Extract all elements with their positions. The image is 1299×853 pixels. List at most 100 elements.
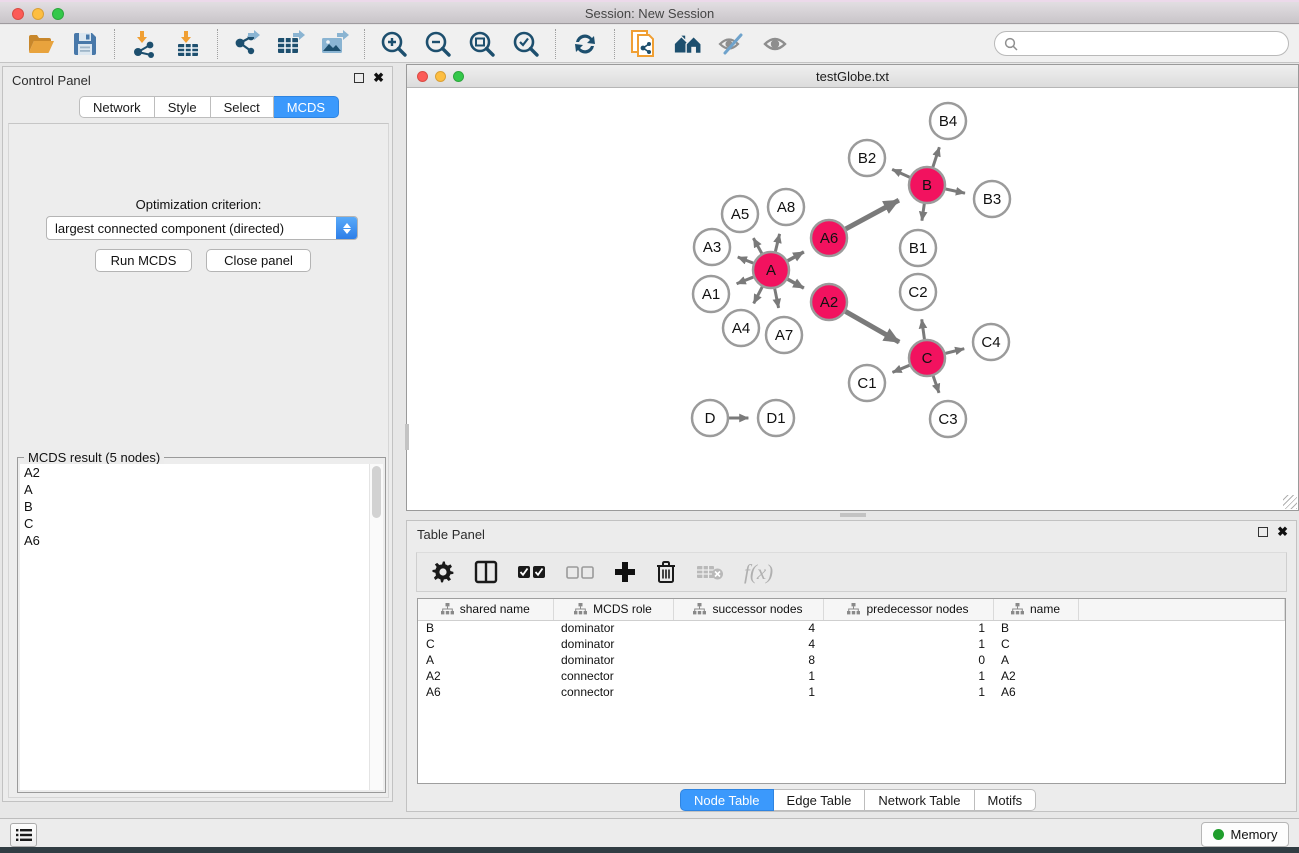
table-cell[interactable]: 1 <box>823 620 993 636</box>
gear-icon[interactable] <box>432 561 454 583</box>
edge-A2-C[interactable] <box>845 311 899 342</box>
node-C4[interactable]: C4 <box>973 324 1009 360</box>
search-box[interactable] <box>994 31 1289 56</box>
edge-C-C2[interactable] <box>922 319 925 339</box>
node-C1[interactable]: C1 <box>849 365 885 401</box>
column-header-predecessor-nodes[interactable]: predecessor nodes <box>823 599 993 620</box>
zoom-fit-icon[interactable] <box>467 30 497 58</box>
scrollbar-track[interactable] <box>369 464 383 790</box>
table-cell[interactable]: A <box>418 652 553 668</box>
hide-selected-icon[interactable] <box>717 30 747 58</box>
splitter-handle[interactable] <box>405 424 409 450</box>
column-header-shared-name[interactable]: shared name <box>418 599 553 620</box>
column-header-successor-nodes[interactable]: successor nodes <box>673 599 823 620</box>
edge-A-A3[interactable] <box>738 257 754 263</box>
deselect-all-icon[interactable] <box>566 565 594 579</box>
table-cell[interactable]: 1 <box>823 636 993 652</box>
edge-C-C1[interactable] <box>892 365 909 372</box>
show-all-icon[interactable] <box>761 30 791 58</box>
table-cell[interactable]: A6 <box>993 684 1078 700</box>
node-B4[interactable]: B4 <box>930 103 966 139</box>
edge-A-A2[interactable] <box>788 279 804 288</box>
clone-network-icon[interactable] <box>629 30 659 58</box>
table-cell[interactable]: 1 <box>673 684 823 700</box>
open-file-icon[interactable] <box>26 30 56 58</box>
tab-network-table[interactable]: Network Table <box>865 789 974 811</box>
splitter-handle[interactable] <box>840 513 866 517</box>
node-B[interactable]: B <box>909 167 945 203</box>
table-cell[interactable]: A6 <box>418 684 553 700</box>
edge-A-A8[interactable] <box>775 234 779 252</box>
edge-B-B4[interactable] <box>933 147 939 167</box>
delete-table-icon[interactable] <box>696 563 724 581</box>
node-B2[interactable]: B2 <box>849 140 885 176</box>
table-cell[interactable]: 4 <box>673 620 823 636</box>
close-panel-button[interactable]: Close panel <box>206 249 311 272</box>
save-session-icon[interactable] <box>70 30 100 58</box>
edge-A-A1[interactable] <box>737 277 754 284</box>
resize-grip-icon[interactable] <box>1283 495 1297 509</box>
add-column-icon[interactable] <box>614 561 636 583</box>
node-A2[interactable]: A2 <box>811 284 847 320</box>
run-mcds-button[interactable]: Run MCDS <box>95 249 192 272</box>
network-canvas[interactable]: B4B2BB3A5A8A6A3B1AA1C2A2A4A7C4CC1C3DD1 <box>407 88 1298 510</box>
table-cell[interactable]: B <box>993 620 1078 636</box>
node-A1[interactable]: A1 <box>693 276 729 312</box>
table-row[interactable]: A6connector11A6 <box>418 684 1285 700</box>
node-A7[interactable]: A7 <box>766 317 802 353</box>
edge-C-C3[interactable] <box>933 376 939 393</box>
import-network-icon[interactable] <box>129 30 159 58</box>
node-A5[interactable]: A5 <box>722 196 758 232</box>
memory-button[interactable]: Memory <box>1201 822 1289 847</box>
export-table-icon[interactable] <box>276 30 306 58</box>
table-cell[interactable]: C <box>418 636 553 652</box>
node-D[interactable]: D <box>692 400 728 436</box>
zoom-out-icon[interactable] <box>423 30 453 58</box>
edge-A6-B[interactable] <box>846 200 899 229</box>
node-A4[interactable]: A4 <box>723 310 759 346</box>
zoom-in-icon[interactable] <box>379 30 409 58</box>
node-C3[interactable]: C3 <box>930 401 966 437</box>
tab-motifs[interactable]: Motifs <box>975 789 1037 811</box>
table-cell[interactable]: 1 <box>823 684 993 700</box>
table-cell[interactable]: B <box>418 620 553 636</box>
tab-style[interactable]: Style <box>155 96 211 118</box>
search-input[interactable] <box>1024 36 1279 51</box>
scrollbar-thumb[interactable] <box>372 466 381 518</box>
node-A3[interactable]: A3 <box>694 229 730 265</box>
refresh-icon[interactable] <box>570 30 600 58</box>
tab-mcds[interactable]: MCDS <box>274 96 339 118</box>
table-cell[interactable]: A2 <box>993 668 1078 684</box>
table-cell[interactable]: 0 <box>823 652 993 668</box>
export-image-icon[interactable] <box>320 30 350 58</box>
edge-B-B2[interactable] <box>892 169 910 177</box>
node-A6[interactable]: A6 <box>811 220 847 256</box>
select-all-icon[interactable] <box>518 565 546 579</box>
optimization-criterion-dropdown[interactable]: largest connected component (directed) <box>46 216 358 240</box>
table-row[interactable]: Adominator80A <box>418 652 1285 668</box>
table-cell[interactable]: dominator <box>553 620 673 636</box>
table-cell[interactable]: connector <box>553 668 673 684</box>
zoom-selected-icon[interactable] <box>511 30 541 58</box>
node-C[interactable]: C <box>909 340 945 376</box>
edge-A-A5[interactable] <box>753 238 761 253</box>
node-D1[interactable]: D1 <box>758 400 794 436</box>
table-cell[interactable]: C <box>993 636 1078 652</box>
table-row[interactable]: Cdominator41C <box>418 636 1285 652</box>
delete-column-icon[interactable] <box>656 560 676 584</box>
function-builder-icon[interactable]: f(x) <box>744 560 773 585</box>
table-cell[interactable]: connector <box>553 684 673 700</box>
node-A8[interactable]: A8 <box>768 189 804 225</box>
edge-B-B3[interactable] <box>946 189 965 193</box>
table-row[interactable]: A2connector11A2 <box>418 668 1285 684</box>
edge-A-A7[interactable] <box>775 289 779 308</box>
node-B1[interactable]: B1 <box>900 230 936 266</box>
table-row[interactable]: Bdominator41B <box>418 620 1285 636</box>
mcds-result-item[interactable]: A <box>20 481 383 498</box>
table-cell[interactable]: 8 <box>673 652 823 668</box>
table-cell[interactable]: 1 <box>673 668 823 684</box>
close-panel-icon[interactable]: ✖ <box>1277 527 1288 537</box>
tab-node-table[interactable]: Node Table <box>680 789 774 811</box>
mcds-result-item[interactable]: A6 <box>20 532 383 549</box>
tab-network[interactable]: Network <box>79 96 155 118</box>
